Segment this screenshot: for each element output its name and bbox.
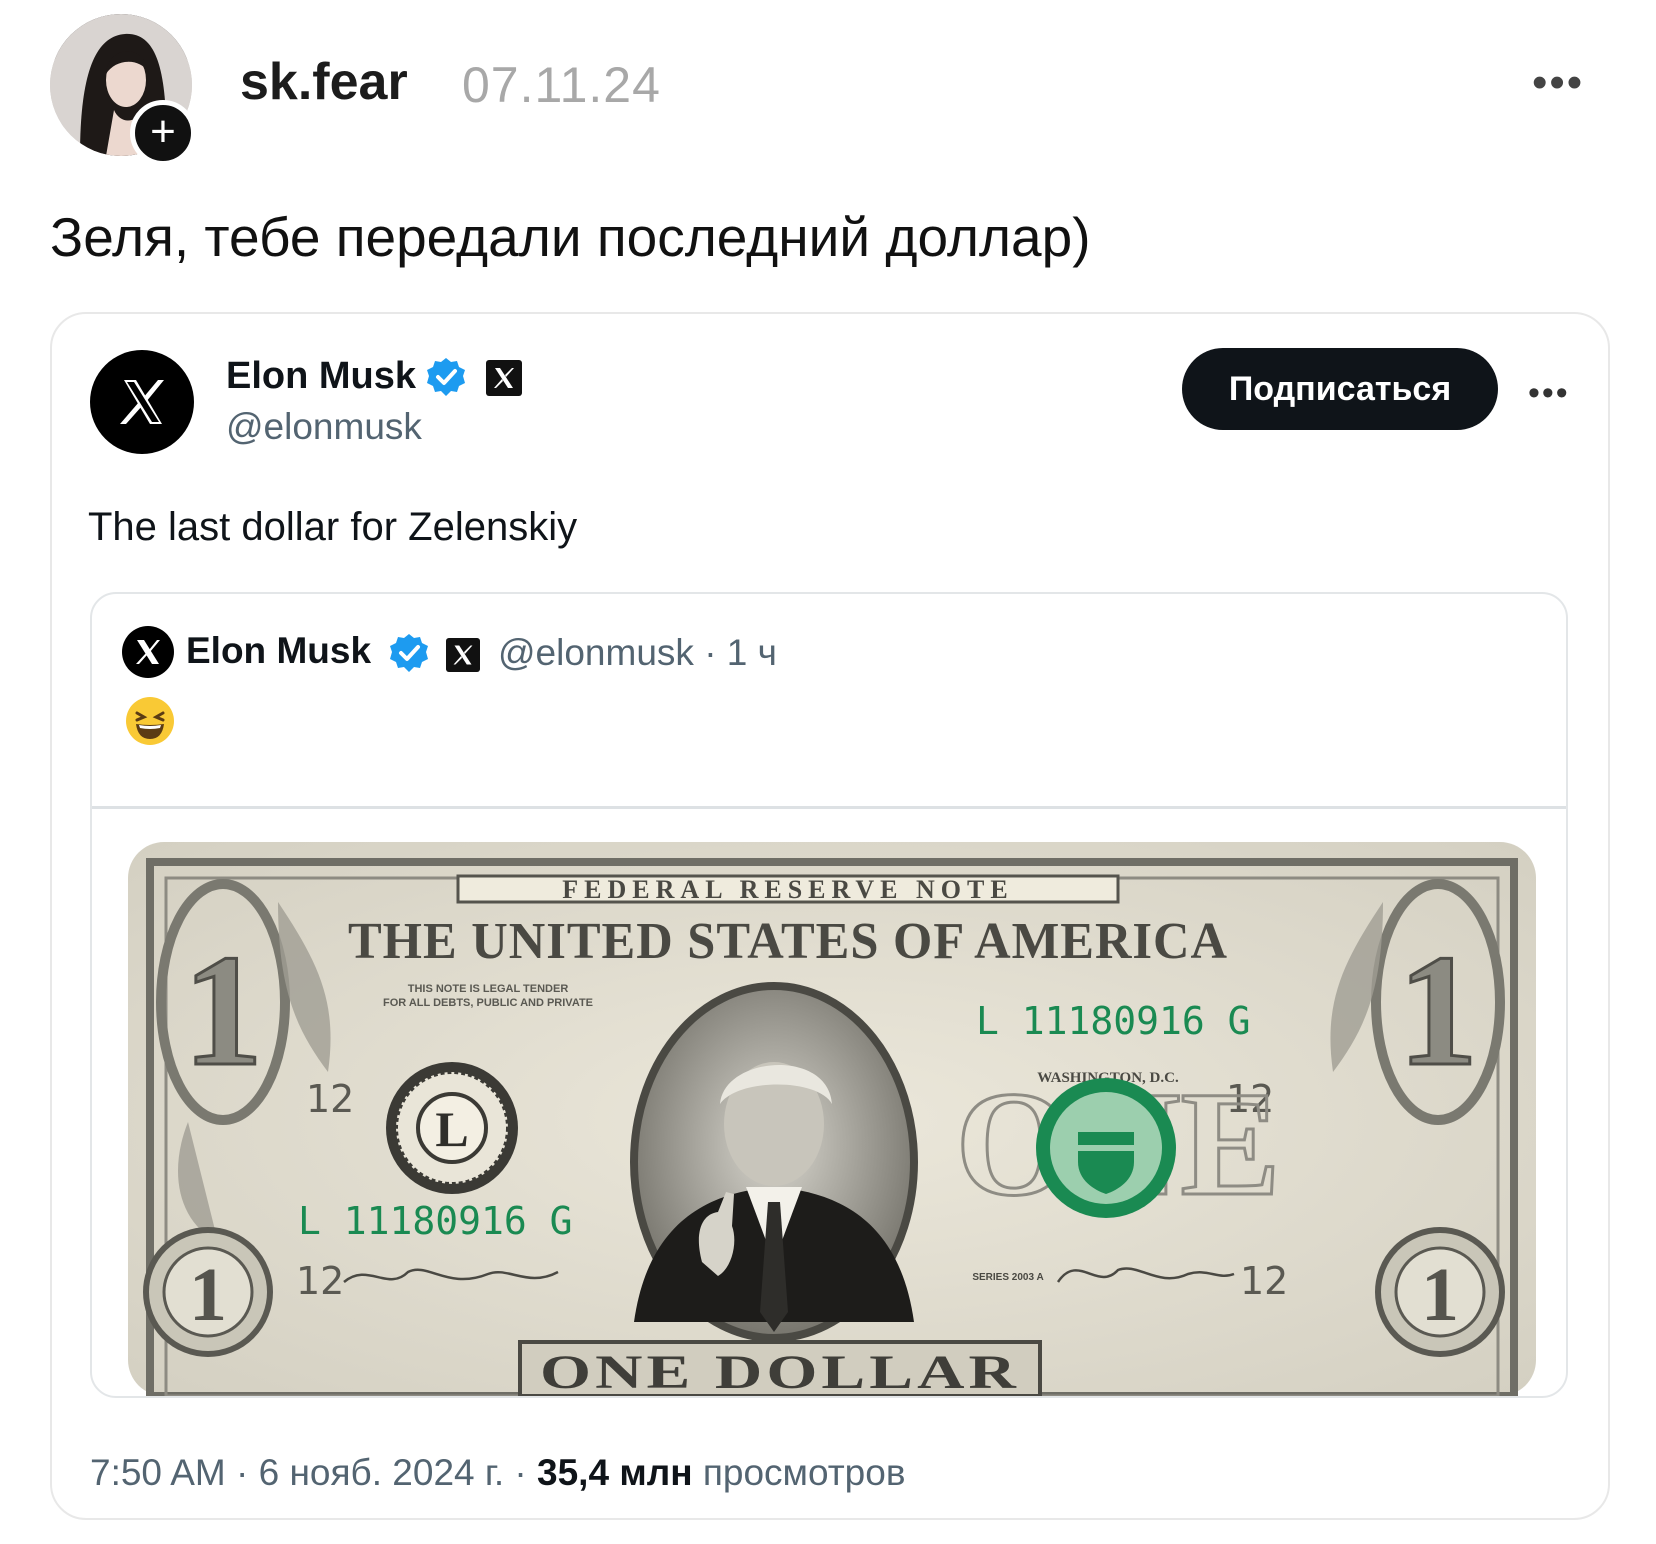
quoted-verified-badge-icon [388,632,430,674]
verified-badge-icon [425,356,467,398]
corner-digit-top-left: 1 [183,921,263,1099]
author-name[interactable]: sk.fear [240,52,408,112]
quoted-x-logo-avatar[interactable] [122,626,174,678]
quoted-x-affiliation-icon [446,638,480,672]
x-affiliation-icon [486,360,522,396]
note-banner-text: FEDERAL RESERVE NOTE [562,875,1013,904]
subscribe-button[interactable]: Подписаться [1182,348,1498,430]
tweet-text: The last dollar for Zelenskiy [88,505,578,549]
corner-digit-top-right: 1 [1398,921,1478,1099]
x-logo-avatar[interactable] [90,350,194,454]
tweet-metadata: 7:50 AM · 6 нояб. 2024 г. · 35,4 млн про… [90,1452,905,1494]
plate-number-bl: 12 [296,1259,344,1303]
district-letter: L [435,1101,468,1157]
tweet-time[interactable]: 7:50 AM · 6 нояб. 2024 г. · [90,1452,537,1493]
follow-plus-icon[interactable]: + [130,100,196,166]
tweet-views-label: просмотров [692,1452,906,1493]
trump-dollar-bill-image[interactable]: FEDERAL RESERVE NOTE THE UNITED STATES O… [128,842,1536,1396]
tweet-author-name[interactable]: Elon Musk [226,355,416,398]
denomination-text: ONE DOLLAR [540,1346,1020,1396]
serial-number-right: L 11180916 G [976,999,1251,1043]
series-text: SERIES 2003 A [972,1272,1043,1283]
plate-number-br: 12 [1240,1259,1288,1303]
note-country-text: THE UNITED STATES OF AMERICA [348,913,1228,970]
legal-tender-line-2: FOR ALL DEBTS, PUBLIC AND PRIVATE [383,997,593,1009]
plate-number-tl: 12 [306,1077,354,1121]
serial-number-left: L 11180916 G [298,1199,573,1243]
tweet-more-options-icon[interactable]: ••• [1528,374,1570,413]
post-text: Зеля, тебе передали последний доллар) [50,206,1091,268]
quoted-author-name[interactable]: Elon Musk [186,630,371,672]
tweet-author-handle[interactable]: @elonmusk [226,406,422,448]
quoted-author-handle[interactable]: @elonmusk · 1 ч [498,632,777,674]
corner-digit-bottom-right: 1 [1421,1253,1459,1337]
corner-digit-bottom-left: 1 [189,1253,227,1337]
legal-tender-line-1: THIS NOTE IS LEGAL TENDER [408,983,569,995]
tweet-views-count: 35,4 млн [537,1452,693,1493]
post-date: 07.11.24 [462,57,661,113]
more-options-icon[interactable]: ••• [1532,58,1584,108]
laughing-emoji-icon [124,695,176,747]
quoted-divider [92,806,1566,809]
